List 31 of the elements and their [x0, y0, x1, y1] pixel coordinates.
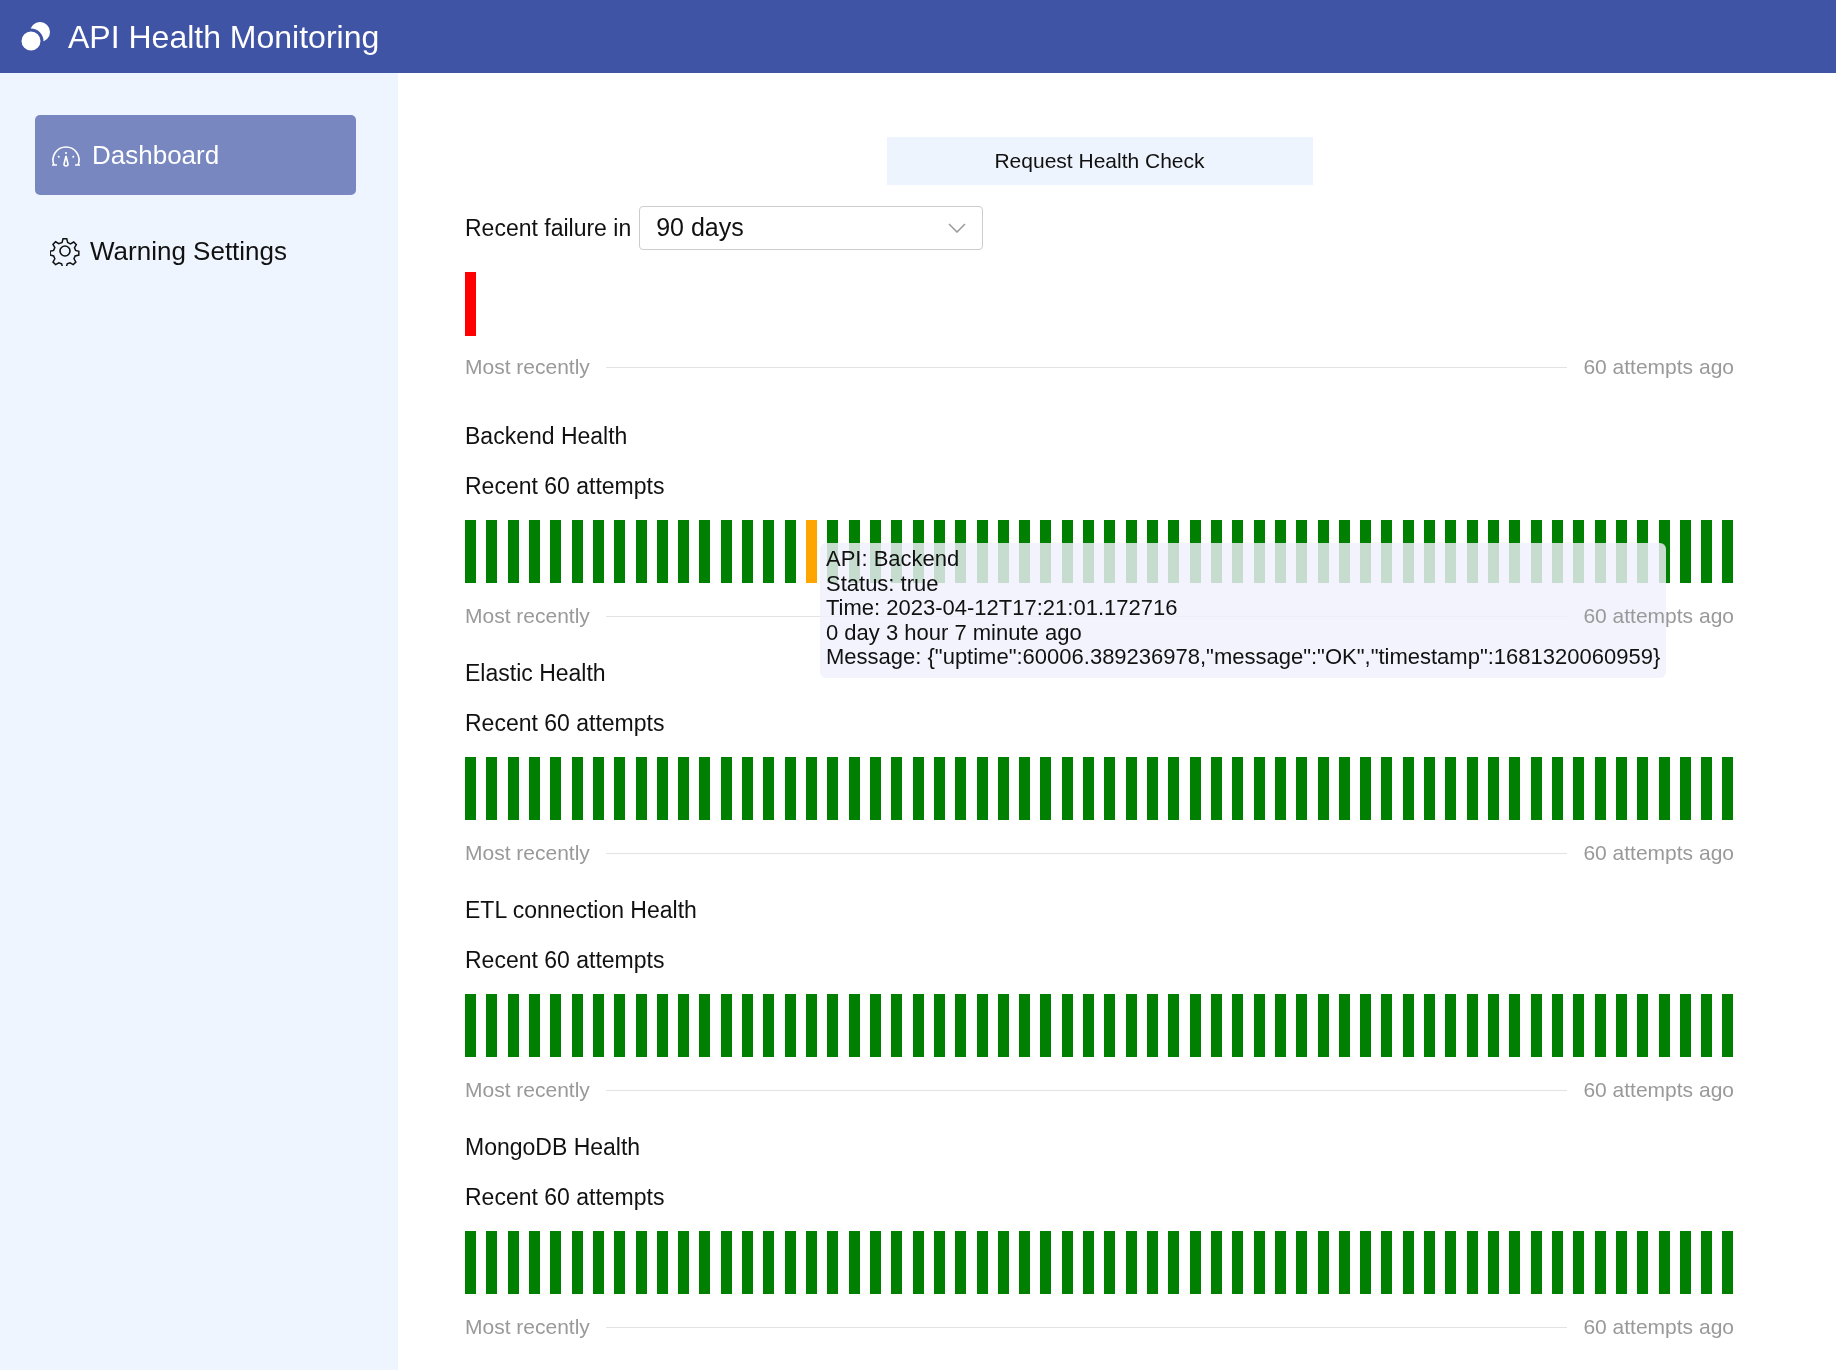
tooltip-line: Time: 2023-04-12T17:21:01.172716 — [826, 596, 1178, 621]
axis-label: Most recently — [465, 603, 590, 630]
section-title: MongoDB Health — [465, 1133, 642, 1161]
section-subtitle: Recent 60 attempts — [465, 709, 666, 737]
axis-label: 60 attempts ago — [1583, 840, 1734, 867]
section-subtitle: Recent 60 attempts — [465, 946, 666, 974]
axis-label: Most recently — [465, 840, 590, 867]
axis-label: 60 attempts ago — [1583, 354, 1734, 381]
axis-label: Most recently — [465, 354, 590, 381]
tooltip-line: 0 day 3 hour 7 minute ago — [826, 620, 1082, 645]
tooltip-line: API: Backend — [826, 547, 960, 572]
period-select[interactable]: 90 days — [639, 206, 984, 250]
chevron-icon — [948, 223, 967, 233]
section-title: Backend Health — [465, 422, 629, 450]
sidebar-item[interactable]: Warning Settings — [35, 211, 356, 291]
tooltip-line: Status: true — [826, 571, 939, 596]
settings-icon — [50, 236, 80, 266]
gauge-icon — [50, 143, 82, 167]
axis-label: Most recently — [465, 1077, 590, 1104]
axis-label: 60 attempts ago — [1583, 1077, 1734, 1104]
app-title: API Health Monitoring — [68, 17, 380, 57]
axis-label: Most recently — [465, 1314, 590, 1341]
axis-label: 60 attempts ago — [1583, 1314, 1734, 1341]
tooltip-line: Message: {"uptime":60006.389236978,"message":"OK","timestamp":1681320060959} — [826, 645, 1661, 670]
filter-label: Recent failure in — [465, 213, 632, 243]
logo-icon — [18, 19, 52, 54]
section-title: ETL connection Health — [465, 896, 698, 924]
request-button[interactable]: Request Health Check — [886, 137, 1313, 185]
axis-label: 60 attempts ago — [1583, 603, 1734, 630]
section-subtitle: Recent 60 attempts — [465, 1183, 666, 1211]
section-subtitle: Recent 60 attempts — [465, 472, 666, 500]
